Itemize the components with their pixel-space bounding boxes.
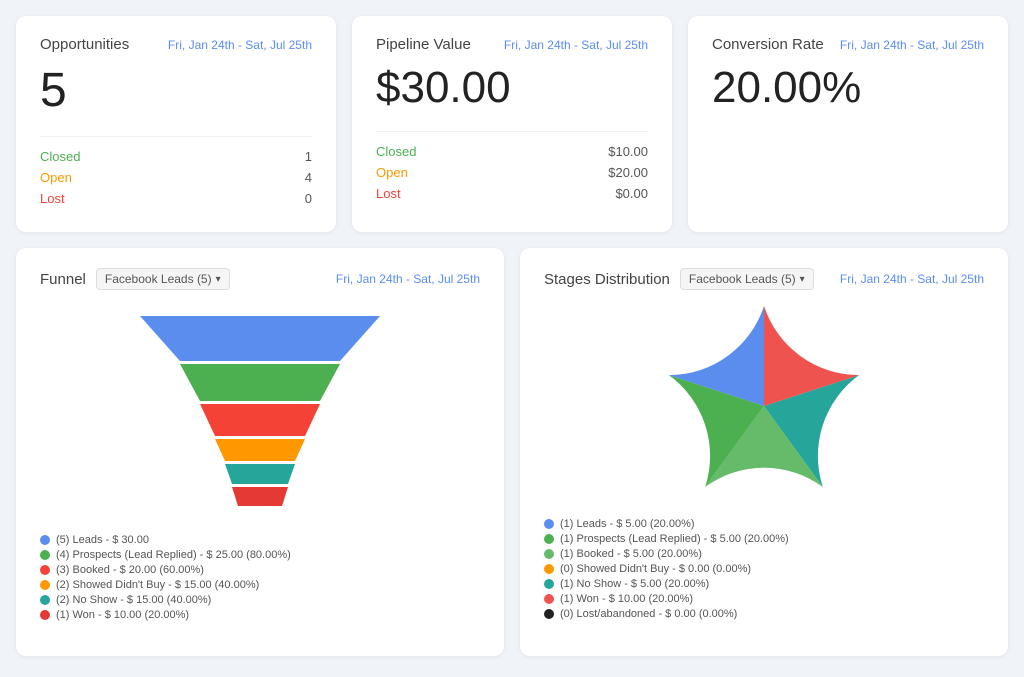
funnel-legend-item: (1) Won - $ 10.00 (20.00%) <box>40 609 480 621</box>
legend-text: (2) Showed Didn't Buy - $ 15.00 (40.00%) <box>56 579 259 591</box>
legend-color-dot <box>544 594 554 604</box>
opportunities-stats: Closed 1 Open 4 Lost 0 <box>40 136 312 206</box>
opportunities-open-value: 4 <box>305 170 312 185</box>
opportunities-card: Opportunities Fri, Jan 24th - Sat, Jul 2… <box>16 16 336 232</box>
legend-text: (5) Leads - $ 30.00 <box>56 534 149 546</box>
pie-legend-item: (1) Won - $ 10.00 (20.00%) <box>544 593 984 605</box>
funnel-title: Funnel <box>40 271 86 288</box>
stages-title-row: Stages Distribution Facebook Leads (5) <box>544 268 814 290</box>
opportunities-closed-value: 1 <box>305 149 312 164</box>
legend-text: (1) Leads - $ 5.00 (20.00%) <box>560 518 695 530</box>
opportunities-value: 5 <box>40 63 312 118</box>
legend-color-dot <box>40 565 50 575</box>
funnel-card: Funnel Facebook Leads (5) Fri, Jan 24th … <box>16 248 504 656</box>
legend-color-dot <box>40 610 50 620</box>
opportunities-closed-label: Closed <box>40 149 80 164</box>
stages-dropdown[interactable]: Facebook Leads (5) <box>680 268 814 290</box>
pie-legend-item: (0) Showed Didn't Buy - $ 0.00 (0.00%) <box>544 563 984 575</box>
pipeline-open-row: Open $20.00 <box>376 165 648 180</box>
legend-color-dot <box>40 595 50 605</box>
pie-legend-item: (1) Prospects (Lead Replied) - $ 5.00 (2… <box>544 533 984 545</box>
legend-text: (1) Booked - $ 5.00 (20.00%) <box>560 548 702 560</box>
legend-color-dot <box>544 519 554 529</box>
opportunities-lost-value: 0 <box>305 191 312 206</box>
funnel-legend-item: (4) Prospects (Lead Replied) - $ 25.00 (… <box>40 549 480 561</box>
funnel-chart-container: (5) Leads - $ 30.00 (4) Prospects (Lead R… <box>40 306 480 624</box>
legend-text: (4) Prospects (Lead Replied) - $ 25.00 (… <box>56 549 291 561</box>
legend-text: (1) Won - $ 10.00 (20.00%) <box>56 609 189 621</box>
stages-header: Stages Distribution Facebook Leads (5) F… <box>544 268 984 290</box>
opportunities-lost-row: Lost 0 <box>40 191 312 206</box>
funnel-legend-item: (2) Showed Didn't Buy - $ 15.00 (40.00%) <box>40 579 480 591</box>
legend-text: (0) Lost/abandoned - $ 0.00 (0.00%) <box>560 608 737 620</box>
pipeline-value-card: Pipeline Value Fri, Jan 24th - Sat, Jul … <box>352 16 672 232</box>
legend-color-dot <box>40 550 50 560</box>
pipeline-open-value: $20.00 <box>608 165 648 180</box>
opportunities-closed-row: Closed 1 <box>40 149 312 164</box>
stages-card: Stages Distribution Facebook Leads (5) F… <box>520 248 1008 656</box>
pipeline-lost-row: Lost $0.00 <box>376 186 648 201</box>
pie-legend-item: (0) Lost/abandoned - $ 0.00 (0.00%) <box>544 608 984 620</box>
pie-chart <box>664 306 864 506</box>
legend-color-dot <box>544 564 554 574</box>
pipeline-header: Pipeline Value Fri, Jan 24th - Sat, Jul … <box>376 36 648 53</box>
conversion-value: 20.00% <box>712 63 984 113</box>
pipeline-closed-label: Closed <box>376 144 416 159</box>
legend-color-dot <box>40 580 50 590</box>
opportunities-lost-label: Lost <box>40 191 65 206</box>
pipeline-date: Fri, Jan 24th - Sat, Jul 25th <box>504 38 648 52</box>
legend-text: (1) Prospects (Lead Replied) - $ 5.00 (2… <box>560 533 789 545</box>
legend-text: (3) Booked - $ 20.00 (60.00%) <box>56 564 204 576</box>
funnel-title-row: Funnel Facebook Leads (5) <box>40 268 230 290</box>
legend-color-dot <box>544 549 554 559</box>
legend-text: (1) Won - $ 10.00 (20.00%) <box>560 593 693 605</box>
pipeline-value: $30.00 <box>376 63 648 113</box>
pipeline-closed-value: $10.00 <box>608 144 648 159</box>
funnel-dropdown[interactable]: Facebook Leads (5) <box>96 268 230 290</box>
pipeline-lost-label: Lost <box>376 186 401 201</box>
pipeline-title: Pipeline Value <box>376 36 471 53</box>
funnel-legend-item: (5) Leads - $ 30.00 <box>40 534 480 546</box>
pipeline-stats: Closed $10.00 Open $20.00 Lost $0.00 <box>376 131 648 201</box>
stages-chart-container: (1) Leads - $ 5.00 (20.00%) (1) Prospects… <box>544 306 984 623</box>
funnel-header: Funnel Facebook Leads (5) Fri, Jan 24th … <box>40 268 480 290</box>
pie-legend-item: (1) No Show - $ 5.00 (20.00%) <box>544 578 984 590</box>
pipeline-open-label: Open <box>376 165 408 180</box>
opportunities-open-row: Open 4 <box>40 170 312 185</box>
conversion-title: Conversion Rate <box>712 36 824 53</box>
legend-color-dot <box>544 609 554 619</box>
legend-text: (0) Showed Didn't Buy - $ 0.00 (0.00%) <box>560 563 751 575</box>
opportunities-title: Opportunities <box>40 36 129 53</box>
conversion-date: Fri, Jan 24th - Sat, Jul 25th <box>840 38 984 52</box>
legend-color-dot <box>544 534 554 544</box>
legend-color-dot <box>40 535 50 545</box>
funnel-legend-item: (2) No Show - $ 15.00 (40.00%) <box>40 594 480 606</box>
funnel-date: Fri, Jan 24th - Sat, Jul 25th <box>336 272 480 286</box>
opportunities-date: Fri, Jan 24th - Sat, Jul 25th <box>168 38 312 52</box>
funnel-chart <box>120 306 400 526</box>
conversion-rate-card: Conversion Rate Fri, Jan 24th - Sat, Jul… <box>688 16 1008 232</box>
stages-title: Stages Distribution <box>544 271 670 288</box>
legend-text: (2) No Show - $ 15.00 (40.00%) <box>56 594 211 606</box>
funnel-legend-item: (3) Booked - $ 20.00 (60.00%) <box>40 564 480 576</box>
pie-legend: (1) Leads - $ 5.00 (20.00%) (1) Prospects… <box>544 518 984 623</box>
legend-color-dot <box>544 579 554 589</box>
funnel-legend: (5) Leads - $ 30.00 (4) Prospects (Lead R… <box>40 534 480 624</box>
opportunities-header: Opportunities Fri, Jan 24th - Sat, Jul 2… <box>40 36 312 53</box>
pipeline-lost-value: $0.00 <box>615 186 648 201</box>
conversion-header: Conversion Rate Fri, Jan 24th - Sat, Jul… <box>712 36 984 53</box>
opportunities-open-label: Open <box>40 170 72 185</box>
pie-legend-item: (1) Leads - $ 5.00 (20.00%) <box>544 518 984 530</box>
stages-date: Fri, Jan 24th - Sat, Jul 25th <box>840 272 984 286</box>
pipeline-closed-row: Closed $10.00 <box>376 144 648 159</box>
legend-text: (1) No Show - $ 5.00 (20.00%) <box>560 578 709 590</box>
pie-legend-item: (1) Booked - $ 5.00 (20.00%) <box>544 548 984 560</box>
